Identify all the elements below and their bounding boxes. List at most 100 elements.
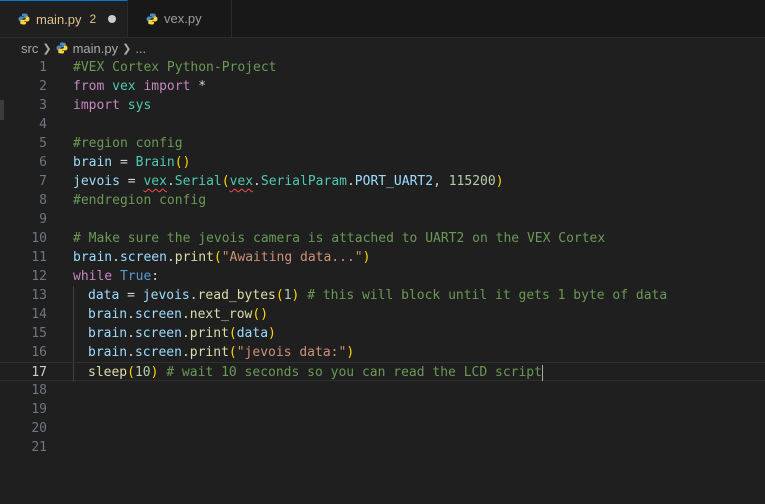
breadcrumb-file[interactable]: main.py bbox=[73, 41, 119, 56]
unsaved-dot-icon[interactable] bbox=[108, 15, 117, 23]
code-token: ) bbox=[260, 307, 269, 322]
text-cursor bbox=[541, 364, 543, 381]
code-token: # Make sure the jevois camera is attache… bbox=[73, 231, 606, 246]
code-line[interactable]: 13 data = jevois.read_bytes(1) # this wil… bbox=[0, 286, 765, 305]
code-text: #endregion config bbox=[73, 191, 206, 210]
code-token: brain bbox=[73, 155, 113, 170]
breadcrumb-symbol[interactable]: ... bbox=[135, 41, 146, 56]
code-token: ( bbox=[174, 155, 183, 170]
code-token: brain bbox=[88, 345, 128, 360]
code-token: brain bbox=[88, 307, 128, 322]
code-token: ) bbox=[150, 365, 167, 380]
line-number: 19 bbox=[31, 402, 47, 417]
code-token: #endregion config bbox=[73, 193, 207, 208]
code-token: * bbox=[190, 79, 207, 94]
line-number: 7 bbox=[39, 174, 47, 189]
code-line[interactable]: 18 bbox=[0, 381, 765, 400]
code-text: import sys bbox=[73, 96, 151, 115]
code-token: brain bbox=[88, 326, 128, 341]
code-editor[interactable]: 1 #VEX Cortex Python-Project 2 from vex imp… bbox=[0, 58, 765, 504]
line-number: 10 bbox=[31, 231, 47, 246]
indent-guide bbox=[73, 305, 74, 324]
code-line[interactable]: 10 # Make sure the jevois camera is attac… bbox=[0, 229, 765, 248]
indent-guide bbox=[73, 363, 74, 382]
code-line[interactable]: 2 from vex import * bbox=[0, 77, 765, 96]
code-line[interactable]: 9 bbox=[0, 210, 765, 229]
code-token: ) bbox=[268, 326, 276, 341]
line-number: 5 bbox=[39, 136, 47, 151]
code-token: : bbox=[151, 269, 160, 284]
breadcrumb: src ❯ main.py ❯ ... bbox=[0, 38, 765, 58]
breadcrumb-folder[interactable]: src bbox=[21, 41, 38, 56]
line-number: 17 bbox=[31, 365, 47, 380]
code-token: print bbox=[189, 345, 229, 360]
code-token: # this will block until it gets 1 byte o… bbox=[307, 288, 668, 303]
code-token: screen bbox=[134, 326, 182, 341]
code-token: . bbox=[181, 326, 190, 341]
line-number: 14 bbox=[31, 307, 47, 322]
code-token: read_bytes bbox=[197, 288, 276, 303]
code-token: True bbox=[119, 269, 152, 284]
code-token: "jevois data:" bbox=[236, 345, 347, 360]
code-line[interactable]: 16 brain.screen.print("jevois data:") bbox=[0, 343, 765, 362]
line-number: 4 bbox=[39, 117, 47, 132]
code-token: vex bbox=[143, 174, 167, 189]
code-line[interactable]: 3 import sys bbox=[0, 96, 765, 115]
code-text: # Make sure the jevois camera is attache… bbox=[73, 229, 605, 248]
tab-vex-py[interactable]: vex.py bbox=[128, 0, 232, 37]
code-text: sleep(10) # wait 10 seconds so you can r… bbox=[88, 363, 543, 382]
code-token: . bbox=[166, 250, 175, 265]
code-line[interactable]: 6 brain = Brain() bbox=[0, 153, 765, 172]
editor-tab-bar: main.py 2 vex.py bbox=[0, 0, 765, 38]
code-line[interactable]: 12 while True: bbox=[0, 267, 765, 286]
code-line[interactable]: 17 sleep(10) # wait 10 seconds so you can… bbox=[0, 362, 765, 382]
code-token: PORT_UART2 bbox=[354, 174, 434, 189]
code-line[interactable]: 1 #VEX Cortex Python-Project bbox=[0, 58, 765, 77]
code-line[interactable]: 5 #region config bbox=[0, 134, 765, 153]
code-token: ( bbox=[275, 288, 284, 303]
code-line[interactable]: 21 bbox=[0, 438, 765, 457]
code-line[interactable]: 14 brain.screen.next_row() bbox=[0, 305, 765, 324]
code-line[interactable]: 8 #endregion config bbox=[0, 191, 765, 210]
code-line[interactable]: 19 bbox=[0, 400, 765, 419]
tab-label: vex.py bbox=[164, 11, 202, 26]
code-text: from vex import * bbox=[73, 77, 206, 96]
line-number: 1 bbox=[39, 60, 47, 75]
line-number: 21 bbox=[31, 440, 47, 455]
code-token: vex bbox=[229, 174, 254, 189]
code-line[interactable]: 4 bbox=[0, 115, 765, 134]
code-token: print bbox=[189, 326, 229, 341]
code-line[interactable]: 7 jevois = vex.Serial(vex.SerialParam.POR… bbox=[0, 172, 765, 191]
code-token: ( bbox=[228, 345, 237, 360]
tab-label: main.py bbox=[36, 11, 82, 27]
code-token: SerialParam bbox=[260, 174, 347, 189]
python-file-icon bbox=[18, 13, 30, 25]
code-text: #region config bbox=[73, 134, 183, 153]
line-number: 12 bbox=[31, 269, 47, 284]
code-token: ( bbox=[127, 365, 135, 380]
code-token: data bbox=[236, 326, 269, 341]
code-line[interactable]: 15 brain.screen.print(data) bbox=[0, 324, 765, 343]
code-token: . bbox=[189, 288, 198, 303]
code-token: . bbox=[181, 307, 190, 322]
code-token: ) bbox=[362, 250, 371, 265]
code-token: Serial bbox=[174, 174, 222, 189]
line-number: 8 bbox=[39, 193, 47, 208]
code-token: . bbox=[127, 345, 135, 360]
code-line[interactable]: 20 bbox=[0, 419, 765, 438]
code-token: vex bbox=[112, 79, 136, 94]
code-token: jevois bbox=[142, 288, 190, 303]
code-text: brain.screen.print("Awaiting data...") bbox=[73, 248, 370, 267]
code-token: 10 bbox=[134, 365, 151, 380]
line-number: 20 bbox=[31, 421, 47, 436]
code-token: . bbox=[346, 174, 355, 189]
indent-guide bbox=[73, 286, 74, 305]
code-token: = bbox=[119, 174, 144, 189]
chevron-right-icon: ❯ bbox=[42, 42, 52, 55]
line-number: 16 bbox=[31, 345, 47, 360]
code-line[interactable]: 11 brain.screen.print("Awaiting data...") bbox=[0, 248, 765, 267]
tab-main-py[interactable]: main.py 2 bbox=[0, 0, 128, 37]
code-token: 115200 bbox=[448, 174, 496, 189]
